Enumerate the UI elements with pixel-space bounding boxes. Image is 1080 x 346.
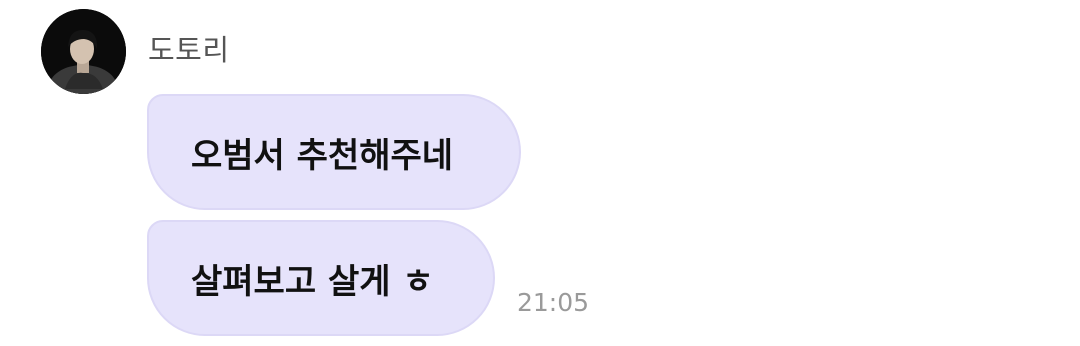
sender-avatar[interactable] [41, 9, 126, 94]
message-text: 오범서 추천해주네 [191, 135, 454, 176]
sender-name: 도토리 [148, 33, 230, 67]
message-bubble[interactable]: 오범서 추천해주네 [147, 94, 521, 210]
message-bubble[interactable]: 살펴보고 살게 ㅎ [147, 220, 495, 336]
message-timestamp: 21:05 [517, 288, 590, 317]
message-text: 살펴보고 살게 ㅎ [191, 261, 434, 302]
